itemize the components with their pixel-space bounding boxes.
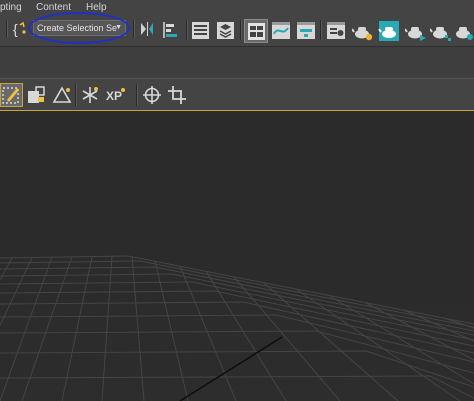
- toolbar-separator: [240, 20, 242, 40]
- viewport-grid: [0, 255, 474, 401]
- toolbar-separator: [136, 84, 138, 106]
- crosshair-icon[interactable]: [142, 85, 162, 105]
- render-setup-icon[interactable]: [352, 22, 374, 42]
- annotation-ellipse: [28, 12, 130, 44]
- toolbar-separator: [186, 20, 188, 40]
- triangle-icon[interactable]: [52, 85, 72, 105]
- toolbar-separator: [133, 20, 135, 38]
- align-icon[interactable]: [161, 20, 181, 40]
- render-teapot-icon[interactable]: [405, 22, 427, 42]
- snowflake-icon[interactable]: [80, 85, 100, 105]
- toolbar-separator: [6, 20, 8, 38]
- svg-text:{: {: [13, 21, 18, 37]
- toolbar-separator: [75, 84, 77, 106]
- rendered-frame-icon[interactable]: [378, 20, 400, 42]
- mirror-icon[interactable]: [138, 20, 156, 38]
- perspective-viewport[interactable]: [0, 110, 474, 401]
- menu-item-scripting[interactable]: pting: [0, 2, 22, 13]
- material-editor-icon[interactable]: [326, 21, 346, 40]
- ribbon-band: [0, 46, 474, 78]
- ribbon-toggle-icon[interactable]: [247, 22, 266, 41]
- curve-editor-icon[interactable]: [271, 21, 291, 40]
- crop-icon[interactable]: [167, 85, 187, 105]
- xp-icon[interactable]: XP: [105, 85, 127, 105]
- layer-manager-icon[interactable]: [191, 21, 210, 40]
- render-cloud-icon[interactable]: [454, 22, 474, 42]
- dope-sheet-icon[interactable]: [296, 21, 316, 40]
- edit-selection-icon[interactable]: [2, 85, 21, 105]
- svg-text:XP: XP: [106, 89, 122, 103]
- scene-explorer-icon[interactable]: [216, 21, 235, 40]
- render-production-icon[interactable]: [430, 22, 452, 42]
- menu-item-content[interactable]: Content: [36, 2, 71, 13]
- toolbar-separator: [320, 20, 322, 40]
- paint-select-icon[interactable]: [27, 85, 47, 105]
